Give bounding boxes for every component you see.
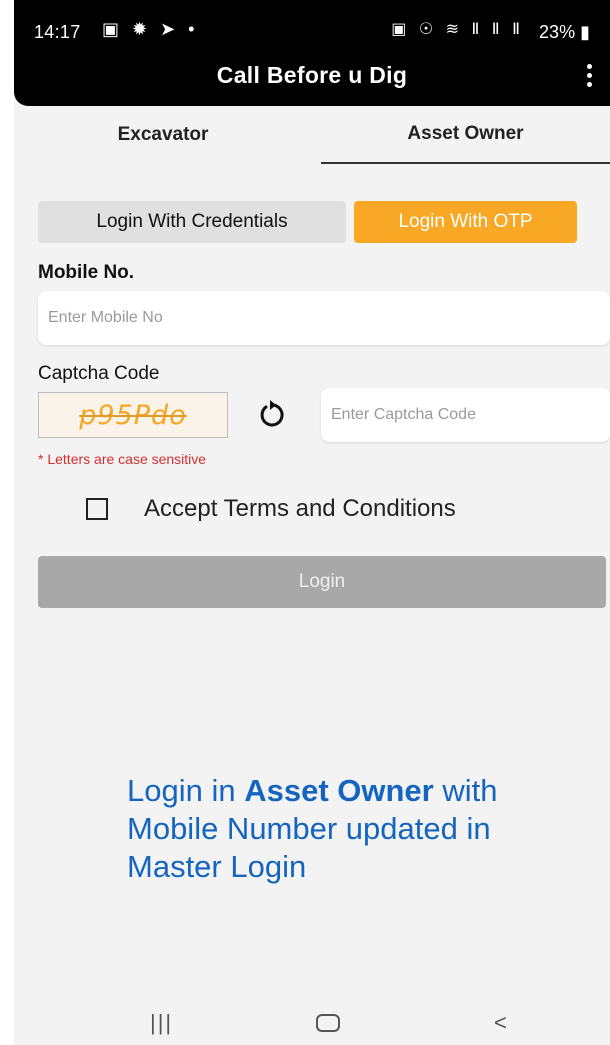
battery-text: 23% bbox=[539, 22, 576, 42]
mobile-input[interactable]: Enter Mobile No bbox=[38, 291, 610, 345]
case-sensitive-note: * Letters are case sensitive bbox=[38, 451, 207, 467]
login-with-otp-button[interactable]: Login With OTP bbox=[354, 201, 577, 243]
captcha-label: Captcha Code bbox=[38, 363, 160, 384]
captcha-code: p95Pdo bbox=[79, 399, 187, 431]
mobile-placeholder: Enter Mobile No bbox=[48, 309, 163, 326]
captcha-input[interactable]: Enter Captcha Code bbox=[321, 388, 610, 442]
status-signal-icons: ▣ ☉ ≋ Ⅱ Ⅱ Ⅱ bbox=[391, 21, 524, 38]
mobile-label: Mobile No. bbox=[38, 262, 135, 283]
battery-level: 23% ▮ bbox=[539, 22, 590, 43]
app-title: Call Before u Dig bbox=[216, 62, 408, 88]
back-icon[interactable]: < bbox=[494, 1010, 507, 1036]
captcha-image: p95Pdo bbox=[38, 392, 228, 438]
status-notification-icons: ▣ ✹ ➤ • bbox=[102, 19, 199, 39]
status-time: 14:17 bbox=[34, 22, 81, 42]
home-icon[interactable] bbox=[316, 1014, 340, 1032]
instruction-caption: Login in Asset Owner with Mobile Number … bbox=[127, 772, 587, 886]
system-nav-bar: ||| < bbox=[14, 1004, 610, 1045]
terms-row: Accept Terms and Conditions bbox=[86, 492, 456, 526]
caption-highlight: Asset Owner bbox=[244, 773, 434, 808]
login-with-credentials-button[interactable]: Login With Credentials bbox=[38, 201, 346, 243]
recent-apps-icon[interactable]: ||| bbox=[150, 1010, 173, 1036]
phone-screen: 14:17 ▣ ✹ ➤ • ▣ ☉ ≋ Ⅱ Ⅱ Ⅱ 23% ▮ Call Bef… bbox=[14, 0, 610, 1045]
tab-bar: Excavator Asset Owner bbox=[14, 106, 610, 164]
caption-prefix: Login in bbox=[127, 773, 245, 808]
status-bar: 14:17 ▣ ✹ ➤ • ▣ ☉ ≋ Ⅱ Ⅱ Ⅱ 23% ▮ bbox=[14, 0, 610, 60]
terms-checkbox[interactable] bbox=[86, 498, 108, 520]
top-bar: 14:17 ▣ ✹ ➤ • ▣ ☉ ≋ Ⅱ Ⅱ Ⅱ 23% ▮ Call Bef… bbox=[14, 0, 610, 106]
login-button[interactable]: Login bbox=[38, 556, 606, 608]
captcha-placeholder: Enter Captcha Code bbox=[331, 406, 476, 423]
tab-asset-owner[interactable]: Asset Owner bbox=[321, 106, 610, 164]
refresh-captcha-icon[interactable] bbox=[256, 398, 290, 432]
terms-label[interactable]: Accept Terms and Conditions bbox=[144, 495, 456, 523]
more-options-icon[interactable] bbox=[584, 64, 594, 90]
battery-icon: ▮ bbox=[580, 22, 590, 42]
tab-excavator[interactable]: Excavator bbox=[14, 106, 312, 164]
